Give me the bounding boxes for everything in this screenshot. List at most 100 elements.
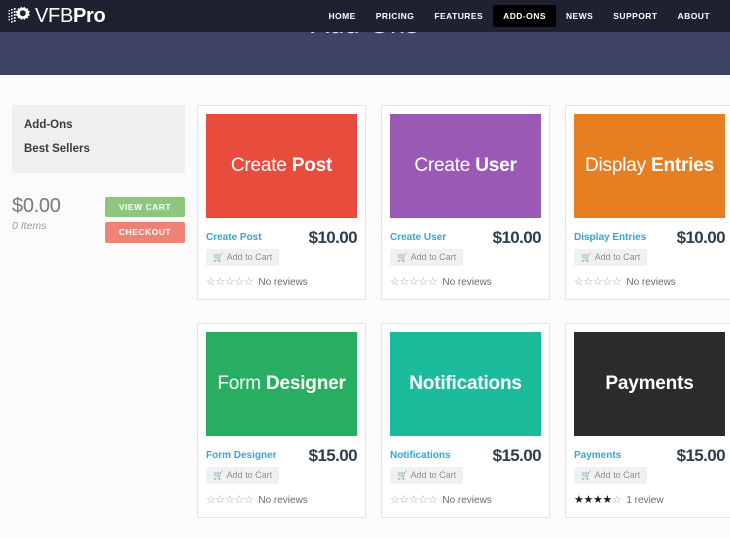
product-card: Create PostCreate Post🛒Add to Cart$10.00… (197, 105, 366, 300)
review-count-label: 1 review (626, 496, 663, 506)
cart-total: $0.00 (12, 196, 61, 217)
product-price: $15.00 (493, 445, 541, 464)
banner-word-secondary: Post (292, 155, 332, 176)
product-details: Display Entries 🛒Add to Cart $10.00 (574, 218, 725, 266)
product-info: Create Post 🛒Add to Cart (206, 227, 309, 266)
product-banner[interactable]: Display Entries (574, 114, 725, 218)
add-to-cart-button[interactable]: 🛒Add to Cart (574, 249, 647, 266)
add-to-cart-label: Add to Cart (227, 471, 273, 480)
banner-word-secondary: User (475, 155, 516, 176)
product-card: Form DesignerForm Designer🛒Add to Cart$1… (197, 323, 366, 518)
banner-word-secondary: Designer (266, 373, 346, 394)
brand-name: VFBPro (35, 6, 105, 26)
sidebar-item-add-ons[interactable]: Add-Ons (24, 114, 173, 138)
star-rating-icon: ☆☆☆☆☆ (206, 495, 253, 506)
sidebar-navigation: Add-Ons Best Sellers (12, 105, 185, 173)
product-details: Notifications 🛒Add to Cart $15.00 (390, 436, 541, 484)
review-count-label: No reviews (442, 496, 491, 506)
banner-word-secondary: Payments (605, 373, 693, 394)
product-grid: Create PostCreate Post🛒Add to Cart$10.00… (185, 105, 730, 518)
review-count-label: No reviews (258, 278, 307, 288)
review-count-label: No reviews (442, 278, 491, 288)
shopping-cart-icon: 🛒 (213, 471, 224, 480)
product-banner-title: Create User (408, 156, 522, 177)
nav-item-add-ons[interactable]: ADD-ONS (493, 5, 556, 28)
product-price: $10.00 (309, 227, 357, 246)
product-details: Create User 🛒Add to Cart $10.00 (390, 218, 541, 266)
add-to-cart-button[interactable]: 🛒Add to Cart (390, 249, 463, 266)
product-banner[interactable]: Create User (390, 114, 541, 218)
product-name-link[interactable]: Display Entries (574, 232, 646, 243)
product-info: Form Designer 🛒Add to Cart (206, 445, 309, 484)
product-name-link[interactable]: Form Designer (206, 450, 277, 461)
star-rating-icon: ☆☆☆☆☆ (390, 277, 437, 288)
star-rating-icon: ☆☆☆☆☆ (206, 277, 253, 288)
nav-item-pricing[interactable]: PRICING (366, 6, 425, 27)
product-card: Payments Payments 🛒Add to Cart $15.00 ★★★★☆1… (565, 323, 730, 518)
shopping-cart-icon: 🛒 (581, 253, 592, 262)
product-rating: ☆☆☆☆☆No reviews (574, 266, 725, 288)
banner-word-secondary: Entries (651, 155, 714, 176)
page-title-band (0, 32, 730, 75)
banner-word-secondary: Notifications (409, 373, 521, 394)
product-name-link[interactable]: Notifications (390, 450, 451, 461)
nav-item-home[interactable]: HOME (318, 6, 365, 27)
product-info: Notifications 🛒Add to Cart (390, 445, 493, 484)
add-to-cart-label: Add to Cart (411, 253, 457, 262)
product-name-link[interactable]: Create User (390, 232, 446, 243)
product-rating: ★★★★☆1 review (574, 484, 725, 506)
cart-actions: VIEW CART CHECKOUT (105, 195, 185, 243)
gear-icon (8, 4, 32, 28)
product-details: Form Designer🛒Add to Cart$15.00 (206, 436, 357, 484)
add-to-cart-button[interactable]: 🛒Add to Cart (206, 249, 279, 266)
add-to-cart-label: Add to Cart (595, 471, 641, 480)
product-price: $15.00 (677, 445, 725, 464)
shopping-cart-icon: 🛒 (213, 253, 224, 262)
cart-summary: $0.00 0 Items VIEW CART CHECKOUT (12, 195, 185, 243)
checkout-button[interactable]: CHECKOUT (105, 222, 185, 243)
product-banner-title: Form Designer (211, 374, 351, 395)
top-navigation-bar: VFBPro HOME PRICING FEATURES ADD-ONS NEW… (0, 0, 730, 32)
product-banner-title: Display Entries (579, 156, 720, 177)
product-banner-title: Notifications (403, 374, 527, 395)
nav-item-news[interactable]: NEWS (556, 6, 603, 27)
nav-item-features[interactable]: FEATURES (424, 6, 493, 27)
product-rating: ☆☆☆☆☆ No reviews (390, 266, 541, 288)
product-details: Create Post 🛒Add to Cart $10.00 (206, 218, 357, 266)
product-banner[interactable]: Payments (574, 332, 725, 436)
banner-word-primary: Create (231, 155, 287, 176)
add-to-cart-button[interactable]: 🛒Add to Cart (390, 467, 463, 484)
view-cart-button[interactable]: VIEW CART (105, 197, 185, 218)
product-name-link[interactable]: Payments (574, 450, 621, 461)
brand-name-bold: Pro (73, 5, 105, 27)
product-banner[interactable]: Form Designer (206, 332, 357, 436)
product-info: Payments 🛒Add to Cart (574, 445, 677, 484)
banner-word-primary: Form (217, 373, 261, 394)
add-to-cart-label: Add to Cart (227, 253, 273, 262)
product-banner-title: Create Post (225, 156, 338, 177)
product-banner[interactable]: Notifications (390, 332, 541, 436)
add-to-cart-button[interactable]: 🛒Add to Cart (574, 467, 647, 484)
sidebar: Add-Ons Best Sellers $0.00 0 Items VIEW … (8, 105, 185, 518)
product-info: Display Entries 🛒Add to Cart (574, 227, 677, 266)
cart-figures: $0.00 0 Items (12, 195, 61, 232)
product-details: Payments 🛒Add to Cart $15.00 (574, 436, 725, 484)
cart-item-count: 0 Items (12, 220, 61, 232)
site-header: VFBPro HOME PRICING FEATURES ADD-ONS NEW… (0, 0, 730, 75)
product-price: $10.00 (493, 227, 541, 246)
shopping-cart-icon: 🛒 (581, 471, 592, 480)
review-count-label: No reviews (626, 278, 675, 288)
product-card: Notifications Notifications 🛒Add to Cart $1… (381, 323, 550, 518)
banner-word-primary: Create (414, 155, 470, 176)
product-rating: ☆☆☆☆☆No reviews (390, 484, 541, 506)
brand-logo[interactable]: VFBPro (0, 4, 105, 28)
nav-item-support[interactable]: SUPPORT (603, 6, 667, 27)
product-banner[interactable]: Create Post (206, 114, 357, 218)
product-rating: ☆☆☆☆☆No reviews (206, 484, 357, 506)
sidebar-item-best-sellers[interactable]: Best Sellers (24, 138, 173, 162)
add-to-cart-button[interactable]: 🛒Add to Cart (206, 467, 279, 484)
product-price: $10.00 (677, 227, 725, 246)
product-name-link[interactable]: Create Post (206, 232, 262, 243)
nav-item-about[interactable]: ABOUT (668, 6, 720, 27)
product-info: Create User 🛒Add to Cart (390, 227, 493, 266)
